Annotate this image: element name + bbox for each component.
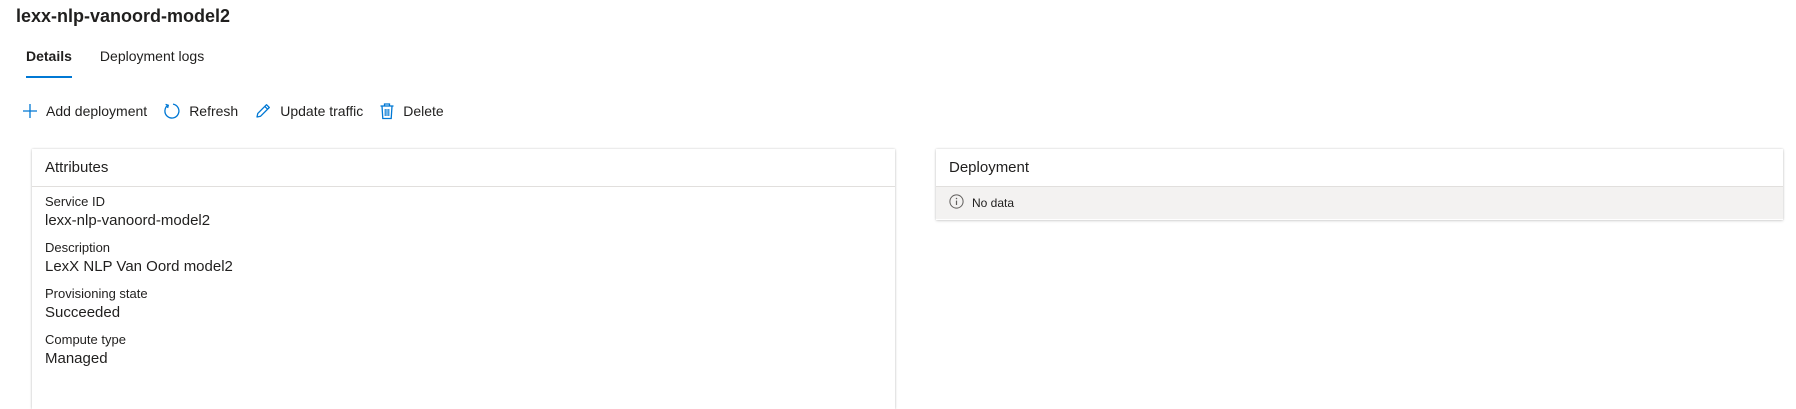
attribute-description: Description LexX NLP Van Oord model2 [45, 239, 882, 277]
refresh-button[interactable]: Refresh [163, 99, 238, 123]
attribute-label: Provisioning state [45, 286, 148, 301]
add-deployment-label: Add deployment [46, 103, 148, 119]
no-data-text: No data [972, 196, 1015, 210]
deployment-header: Deployment [936, 149, 1783, 187]
plus-icon [22, 103, 38, 119]
attribute-compute-type: Compute type Managed [45, 331, 882, 369]
tab-details[interactable]: Details [26, 46, 72, 78]
add-deployment-button[interactable]: Add deployment [22, 99, 147, 123]
delete-button[interactable]: Delete [379, 99, 444, 123]
attribute-value: Succeeded [45, 304, 121, 321]
pencil-icon [254, 102, 272, 120]
tab-bar: Details Deployment logs [26, 46, 204, 78]
attribute-label: Service ID [45, 194, 105, 209]
no-data-message: No data [936, 187, 1783, 219]
attribute-service-id: Service ID lexx-nlp-vanoord-model2 [45, 193, 882, 231]
attribute-label: Description [45, 240, 111, 255]
refresh-label: Refresh [189, 103, 239, 119]
update-traffic-button[interactable]: Update traffic [254, 99, 363, 123]
attributes-panel: Attributes Service ID lexx-nlp-vanoord-m… [32, 149, 895, 409]
command-bar: Add deployment Refresh Update traffic De… [22, 99, 444, 123]
trash-icon [379, 102, 395, 120]
delete-label: Delete [403, 103, 444, 119]
update-traffic-label: Update traffic [280, 103, 364, 119]
attribute-provisioning-state: Provisioning state Succeeded [45, 285, 882, 323]
deployment-panel: Deployment No data [936, 149, 1783, 220]
page-title: lexx-nlp-vanoord-model2 [16, 6, 231, 26]
attributes-header: Attributes [32, 149, 895, 187]
refresh-icon [163, 102, 181, 120]
attribute-value: Managed [45, 350, 108, 367]
attribute-value: lexx-nlp-vanoord-model2 [45, 212, 211, 229]
tab-deployment-logs[interactable]: Deployment logs [100, 46, 204, 78]
attribute-value: LexX NLP Van Oord model2 [45, 258, 233, 275]
info-icon [949, 194, 964, 212]
attributes-list: Service ID lexx-nlp-vanoord-model2 Descr… [32, 187, 895, 369]
attribute-label: Compute type [45, 332, 126, 347]
